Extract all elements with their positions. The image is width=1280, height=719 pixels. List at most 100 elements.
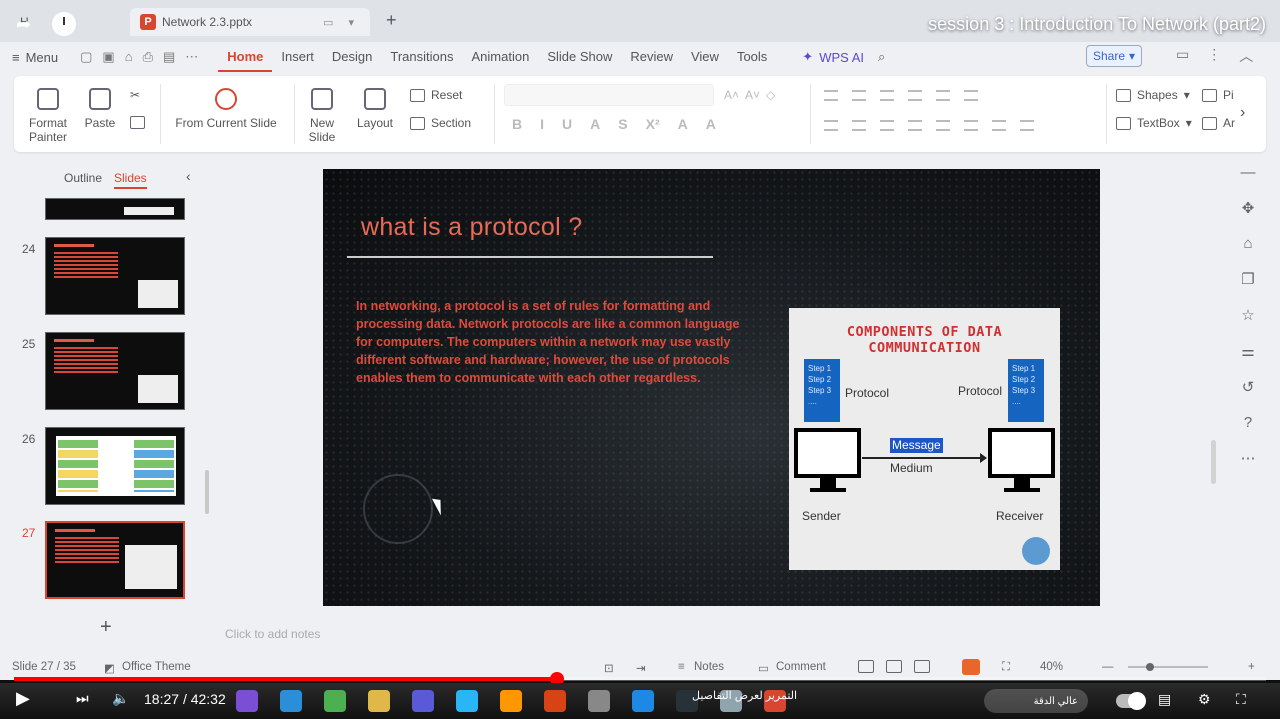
align-right-icon[interactable]	[880, 120, 894, 131]
comment-icon[interactable]: ▭	[1176, 46, 1189, 66]
strikethrough-icon[interactable]: S	[618, 116, 627, 132]
arrange-button[interactable]: Ar	[1202, 116, 1235, 130]
slide-title[interactable]: what is a protocol ?	[361, 213, 582, 242]
tab-insert[interactable]: Insert	[272, 42, 323, 72]
normal-view-icon[interactable]	[858, 660, 874, 673]
editor-scrollbar[interactable]	[1211, 440, 1216, 484]
more-icon[interactable]: ⋯	[1241, 449, 1256, 467]
print-preview-icon[interactable]: ▤	[163, 49, 175, 65]
export-icon[interactable]: ⇥	[636, 661, 646, 675]
search-icon[interactable]: ⌕	[878, 49, 885, 65]
tab-animation[interactable]: Animation	[463, 42, 539, 72]
copy-button[interactable]	[130, 116, 145, 129]
slide-canvas[interactable]: what is a protocol ? In networking, a pr…	[323, 169, 1100, 606]
autoplay-toggle[interactable]	[1116, 692, 1146, 710]
smartart-icon[interactable]	[1020, 120, 1034, 131]
textbox-button[interactable]: TextBox ▾	[1116, 116, 1192, 130]
notes-placeholder[interactable]: Click to add notes	[225, 627, 320, 641]
video-progress-bar[interactable]	[14, 672, 1266, 686]
shapes-button[interactable]: Shapes ▾	[1116, 88, 1190, 102]
columns-icon[interactable]	[936, 90, 950, 101]
quality-pill[interactable]: عالي الدقة	[984, 689, 1088, 713]
notes-button[interactable]: Notes	[694, 661, 724, 673]
transform-icon[interactable]: ✥	[1242, 199, 1255, 217]
minimize-panel-icon[interactable]: —	[1241, 164, 1256, 181]
history-icon[interactable]: ↺	[1242, 378, 1255, 396]
underline-icon[interactable]: U	[562, 116, 572, 132]
new-slide-button[interactable]: New Slide	[300, 88, 344, 144]
subtitles-icon[interactable]: ▤	[1158, 691, 1171, 708]
slide-thumbnail-26[interactable]	[45, 427, 185, 505]
fullscreen-icon[interactable]: ⛶	[1002, 661, 1010, 674]
font-name-select[interactable]	[504, 84, 714, 106]
bullets-icon[interactable]	[824, 90, 838, 101]
print-icon[interactable]: ⎙	[143, 49, 153, 65]
copy-panel-icon[interactable]: ❐	[1241, 270, 1254, 288]
play-icon[interactable]: ▶	[16, 688, 30, 709]
more-menu-icon[interactable]: ⋮	[1207, 46, 1221, 66]
tab-outline[interactable]: Outline	[64, 171, 102, 185]
paste-button[interactable]: Paste	[78, 88, 122, 130]
share-button[interactable]: Share ▾	[1086, 45, 1142, 67]
slide-thumbnail-24[interactable]	[45, 237, 185, 315]
tab-document[interactable]: P Network 2.3.pptx ▭ ▾	[130, 8, 370, 36]
numbering-icon[interactable]	[852, 90, 866, 101]
tab-view[interactable]: View	[682, 42, 728, 72]
font-color-icon[interactable]: A	[678, 116, 688, 132]
tab-slides[interactable]: Slides	[114, 171, 147, 189]
slide-thumbnail-25[interactable]	[45, 332, 185, 410]
slideshow-play-icon[interactable]	[962, 659, 980, 675]
zoom-in-icon[interactable]: +	[1248, 661, 1255, 673]
align-left-icon[interactable]	[824, 120, 838, 131]
tab-tools[interactable]: Tools	[728, 42, 776, 72]
components-diagram[interactable]: COMPONENTS OF DATA COMMUNICATION Step 1S…	[789, 308, 1060, 570]
menu-button[interactable]: ≡ Menu	[12, 50, 58, 65]
save-icon[interactable]: ▣	[102, 49, 114, 65]
highlight-icon[interactable]: A	[706, 116, 716, 132]
distribute-icon[interactable]	[936, 120, 950, 131]
reading-view-icon[interactable]	[914, 660, 930, 673]
line-spacing-icon[interactable]	[964, 90, 978, 101]
collapse-pane-icon[interactable]: ‹	[186, 168, 191, 184]
from-current-slide-button[interactable]: From Current Slide	[168, 88, 284, 130]
text-direction-icon[interactable]	[964, 120, 978, 131]
bold-icon[interactable]: B	[512, 116, 522, 132]
volume-icon[interactable]: 🔈	[112, 690, 129, 707]
tab-transitions[interactable]: Transitions	[381, 42, 462, 72]
add-tab-icon[interactable]: +	[386, 10, 397, 31]
picture-button[interactable]: Pi	[1202, 88, 1234, 102]
chapter-text[interactable]: التمرير لعرض التفاصيل	[692, 689, 797, 702]
italic-icon[interactable]: I	[540, 116, 544, 132]
zoom-slider[interactable]	[1128, 663, 1208, 671]
align-text-icon[interactable]	[992, 120, 1006, 131]
justify-icon[interactable]	[908, 120, 922, 131]
star-icon[interactable]: ☆	[1241, 306, 1254, 324]
wps-ai-button[interactable]: ✦ WPS AI	[802, 49, 864, 65]
comment-button[interactable]: Comment	[776, 661, 826, 673]
tab-options-icons[interactable]: ▭ ▾	[323, 16, 360, 29]
font-size-tools[interactable]: A˄ A˅ ◇	[724, 88, 775, 102]
fullscreen-exit-icon[interactable]: ⛶	[1236, 691, 1246, 708]
text-shadow-icon[interactable]: A	[590, 116, 600, 132]
slides-pane-scrollbar[interactable]	[205, 470, 209, 514]
help-icon[interactable]: ?	[1244, 414, 1252, 431]
slide-thumbnail-27[interactable]	[45, 521, 185, 599]
ribbon-scroll-right[interactable]: ›	[1240, 104, 1245, 122]
decrease-indent-icon[interactable]	[880, 90, 894, 101]
next-icon[interactable]: ⏭	[76, 690, 89, 707]
add-slide-icon[interactable]: +	[100, 616, 112, 639]
more-icon[interactable]: ⋯	[185, 49, 198, 65]
zoom-level[interactable]: 40%	[1040, 661, 1063, 673]
slide-body-text[interactable]: In networking, a protocol is a set of ru…	[356, 297, 741, 387]
theme-name[interactable]: Office Theme	[122, 661, 191, 673]
fit-icon[interactable]: ⊡	[604, 661, 614, 675]
cut-button[interactable]: ✂	[130, 88, 140, 102]
tab-review[interactable]: Review	[621, 42, 682, 72]
settings-gear-icon[interactable]: ⚙	[1198, 691, 1211, 708]
zoom-out-icon[interactable]: —	[1102, 661, 1114, 673]
export-icon[interactable]: ⌂	[125, 49, 133, 65]
tab-slide-show[interactable]: Slide Show	[538, 42, 621, 72]
layout-button[interactable]: Layout	[350, 88, 400, 130]
share-arrow-icon[interactable]: ➦	[16, 14, 31, 35]
superscript-icon[interactable]: X²	[646, 116, 660, 132]
